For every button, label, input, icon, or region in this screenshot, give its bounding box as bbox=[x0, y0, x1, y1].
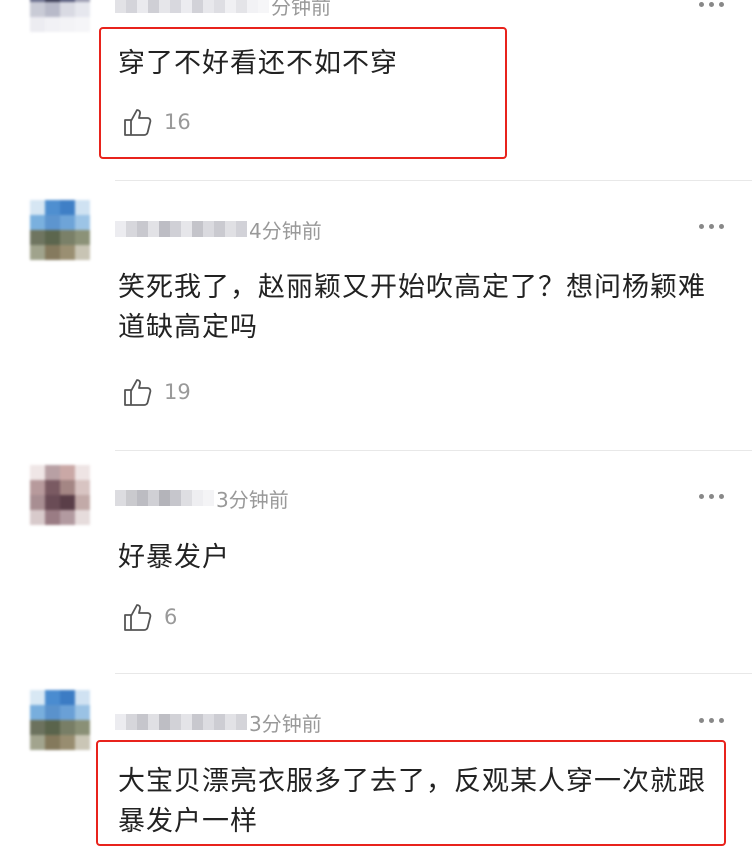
more-dots-icon[interactable] bbox=[699, 494, 724, 499]
like-count: 6 bbox=[164, 605, 178, 629]
username-blurred[interactable]: 3分钟前 bbox=[115, 487, 289, 512]
like-button[interactable]: 6 bbox=[122, 601, 177, 633]
thumbs-up-icon bbox=[124, 604, 152, 631]
comment-time: 分钟前 bbox=[271, 0, 331, 19]
like-button[interactable]: 19 bbox=[122, 376, 191, 408]
like-count: 16 bbox=[164, 110, 191, 134]
avatar[interactable] bbox=[30, 465, 90, 525]
username-blurred[interactable]: 3分钟前 bbox=[115, 711, 322, 736]
comment-text: 好暴发户 bbox=[118, 542, 230, 573]
thumbs-up-icon bbox=[124, 379, 152, 406]
avatar[interactable] bbox=[30, 690, 90, 750]
divider bbox=[115, 673, 752, 674]
comment-time: 3分钟前 bbox=[249, 711, 322, 736]
like-button[interactable]: 16 bbox=[122, 106, 191, 138]
comment-time: 3分钟前 bbox=[216, 487, 289, 512]
divider bbox=[115, 180, 752, 181]
comment-text: 穿了不好看还不如不穿 bbox=[118, 48, 398, 79]
like-count: 19 bbox=[164, 380, 191, 404]
comment-text: 笑死我了，赵丽颖又开始吹高定了？想问杨颖难道缺高定吗 bbox=[118, 272, 706, 343]
username-blurred[interactable]: 分钟前 bbox=[115, 0, 331, 19]
more-dots-icon[interactable] bbox=[699, 718, 724, 723]
comment-time: 4分钟前 bbox=[249, 218, 322, 243]
thumbs-up-icon bbox=[124, 109, 152, 136]
comment-text: 大宝贝漂亮衣服多了去了，反观某人穿一次就跟暴发户一样 bbox=[118, 766, 706, 837]
username-blurred[interactable]: 4分钟前 bbox=[115, 218, 322, 243]
divider bbox=[115, 450, 752, 451]
more-dots-icon[interactable] bbox=[699, 224, 724, 229]
avatar[interactable] bbox=[30, 0, 90, 32]
more-dots-icon[interactable] bbox=[699, 2, 724, 7]
avatar[interactable] bbox=[30, 200, 90, 260]
